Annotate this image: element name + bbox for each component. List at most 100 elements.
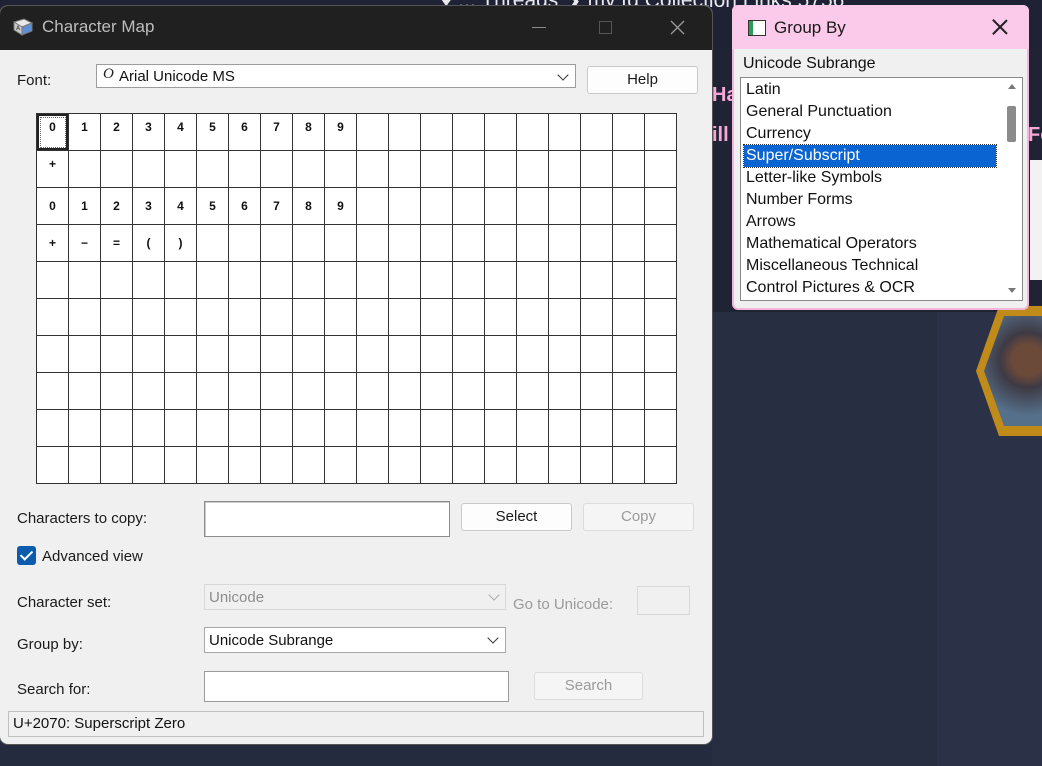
- character-cell[interactable]: [229, 262, 261, 299]
- character-cell[interactable]: [517, 188, 549, 225]
- character-cell[interactable]: [517, 151, 549, 188]
- character-cell[interactable]: [101, 336, 133, 373]
- character-cell[interactable]: (: [133, 225, 165, 262]
- character-cell[interactable]: 3: [133, 188, 165, 225]
- character-cell[interactable]: [197, 447, 229, 484]
- character-cell[interactable]: [165, 262, 197, 299]
- character-cell[interactable]: [101, 262, 133, 299]
- character-cell[interactable]: [645, 188, 677, 225]
- character-cell[interactable]: [613, 373, 645, 410]
- character-cell[interactable]: [165, 410, 197, 447]
- character-cell[interactable]: [165, 447, 197, 484]
- character-cell[interactable]: [293, 151, 325, 188]
- characters-to-copy-input[interactable]: [204, 501, 450, 537]
- character-cell[interactable]: [517, 336, 549, 373]
- character-cell[interactable]: [261, 225, 293, 262]
- list-item[interactable]: Super/Subscript: [743, 144, 997, 168]
- character-cell[interactable]: [69, 299, 101, 336]
- character-cell[interactable]: [453, 188, 485, 225]
- character-cell[interactable]: [133, 151, 165, 188]
- character-cell[interactable]: [485, 299, 517, 336]
- character-cell[interactable]: [581, 262, 613, 299]
- character-cell[interactable]: [581, 410, 613, 447]
- character-cell[interactable]: [69, 447, 101, 484]
- character-cell[interactable]: [453, 151, 485, 188]
- character-cell[interactable]: [197, 262, 229, 299]
- character-cell[interactable]: =: [101, 225, 133, 262]
- character-cell[interactable]: [453, 114, 485, 151]
- character-cell[interactable]: 2: [101, 114, 133, 151]
- character-cell[interactable]: [613, 299, 645, 336]
- character-cell[interactable]: [613, 188, 645, 225]
- character-cell[interactable]: [389, 410, 421, 447]
- list-item[interactable]: Currency: [744, 123, 996, 145]
- character-cell[interactable]: [357, 262, 389, 299]
- character-cell[interactable]: [645, 447, 677, 484]
- character-cell[interactable]: [197, 151, 229, 188]
- character-cell[interactable]: [421, 299, 453, 336]
- character-cell[interactable]: [421, 188, 453, 225]
- character-cell[interactable]: [485, 373, 517, 410]
- font-dropdown[interactable]: O Arial Unicode MS: [96, 64, 576, 88]
- character-cell[interactable]: [389, 151, 421, 188]
- character-cell[interactable]: [485, 114, 517, 151]
- character-cell[interactable]: [549, 336, 581, 373]
- character-cell[interactable]: [325, 225, 357, 262]
- character-cell[interactable]: 0: [37, 188, 69, 225]
- character-cell[interactable]: [453, 299, 485, 336]
- character-cell[interactable]: [133, 447, 165, 484]
- character-cell[interactable]: [421, 336, 453, 373]
- character-set-dropdown[interactable]: Unicode: [204, 584, 506, 610]
- character-cell[interactable]: 6: [229, 188, 261, 225]
- character-cell[interactable]: [389, 447, 421, 484]
- character-cell[interactable]: −: [69, 225, 101, 262]
- character-cell[interactable]: [133, 299, 165, 336]
- character-cell[interactable]: +: [37, 151, 69, 188]
- character-cell[interactable]: [357, 299, 389, 336]
- character-cell[interactable]: [69, 373, 101, 410]
- character-cell[interactable]: [261, 447, 293, 484]
- character-cell[interactable]: [517, 299, 549, 336]
- character-cell[interactable]: [101, 151, 133, 188]
- character-cell[interactable]: [357, 225, 389, 262]
- character-cell[interactable]: [357, 410, 389, 447]
- character-cell[interactable]: [453, 447, 485, 484]
- minimize-button[interactable]: [516, 6, 562, 50]
- character-cell[interactable]: [421, 151, 453, 188]
- character-cell[interactable]: [549, 410, 581, 447]
- go-to-unicode-input[interactable]: [637, 586, 690, 615]
- search-button[interactable]: Search: [534, 672, 643, 700]
- character-cell[interactable]: [325, 447, 357, 484]
- character-cell[interactable]: [197, 336, 229, 373]
- character-cell[interactable]: [613, 410, 645, 447]
- character-cell[interactable]: [293, 373, 325, 410]
- character-cell[interactable]: [69, 151, 101, 188]
- character-cell[interactable]: [389, 373, 421, 410]
- character-cell[interactable]: [613, 447, 645, 484]
- character-cell[interactable]: [325, 410, 357, 447]
- character-cell[interactable]: [261, 262, 293, 299]
- scroll-down-icon[interactable]: [1008, 288, 1016, 293]
- character-cell[interactable]: [645, 373, 677, 410]
- character-cell[interactable]: ): [165, 225, 197, 262]
- character-cell[interactable]: [325, 373, 357, 410]
- character-cell[interactable]: [549, 151, 581, 188]
- character-cell[interactable]: +: [37, 225, 69, 262]
- character-cell[interactable]: 9: [325, 188, 357, 225]
- character-cell[interactable]: [293, 262, 325, 299]
- character-cell[interactable]: [229, 151, 261, 188]
- character-cell[interactable]: [645, 225, 677, 262]
- character-cell[interactable]: [229, 410, 261, 447]
- character-cell[interactable]: [101, 410, 133, 447]
- scrollbar[interactable]: [1001, 78, 1022, 300]
- character-cell[interactable]: [645, 410, 677, 447]
- character-cell[interactable]: [37, 299, 69, 336]
- character-cell[interactable]: 9: [325, 114, 357, 151]
- character-cell[interactable]: [325, 336, 357, 373]
- search-input[interactable]: [204, 671, 509, 702]
- character-cell[interactable]: [101, 447, 133, 484]
- character-cell[interactable]: [421, 262, 453, 299]
- character-cell[interactable]: [389, 188, 421, 225]
- character-grid[interactable]: 0 1 2 3 4 5 6 7 8 9 +0 1 2 3 4 5 6 7 8 9 + − =(): [36, 113, 677, 484]
- character-cell[interactable]: [389, 262, 421, 299]
